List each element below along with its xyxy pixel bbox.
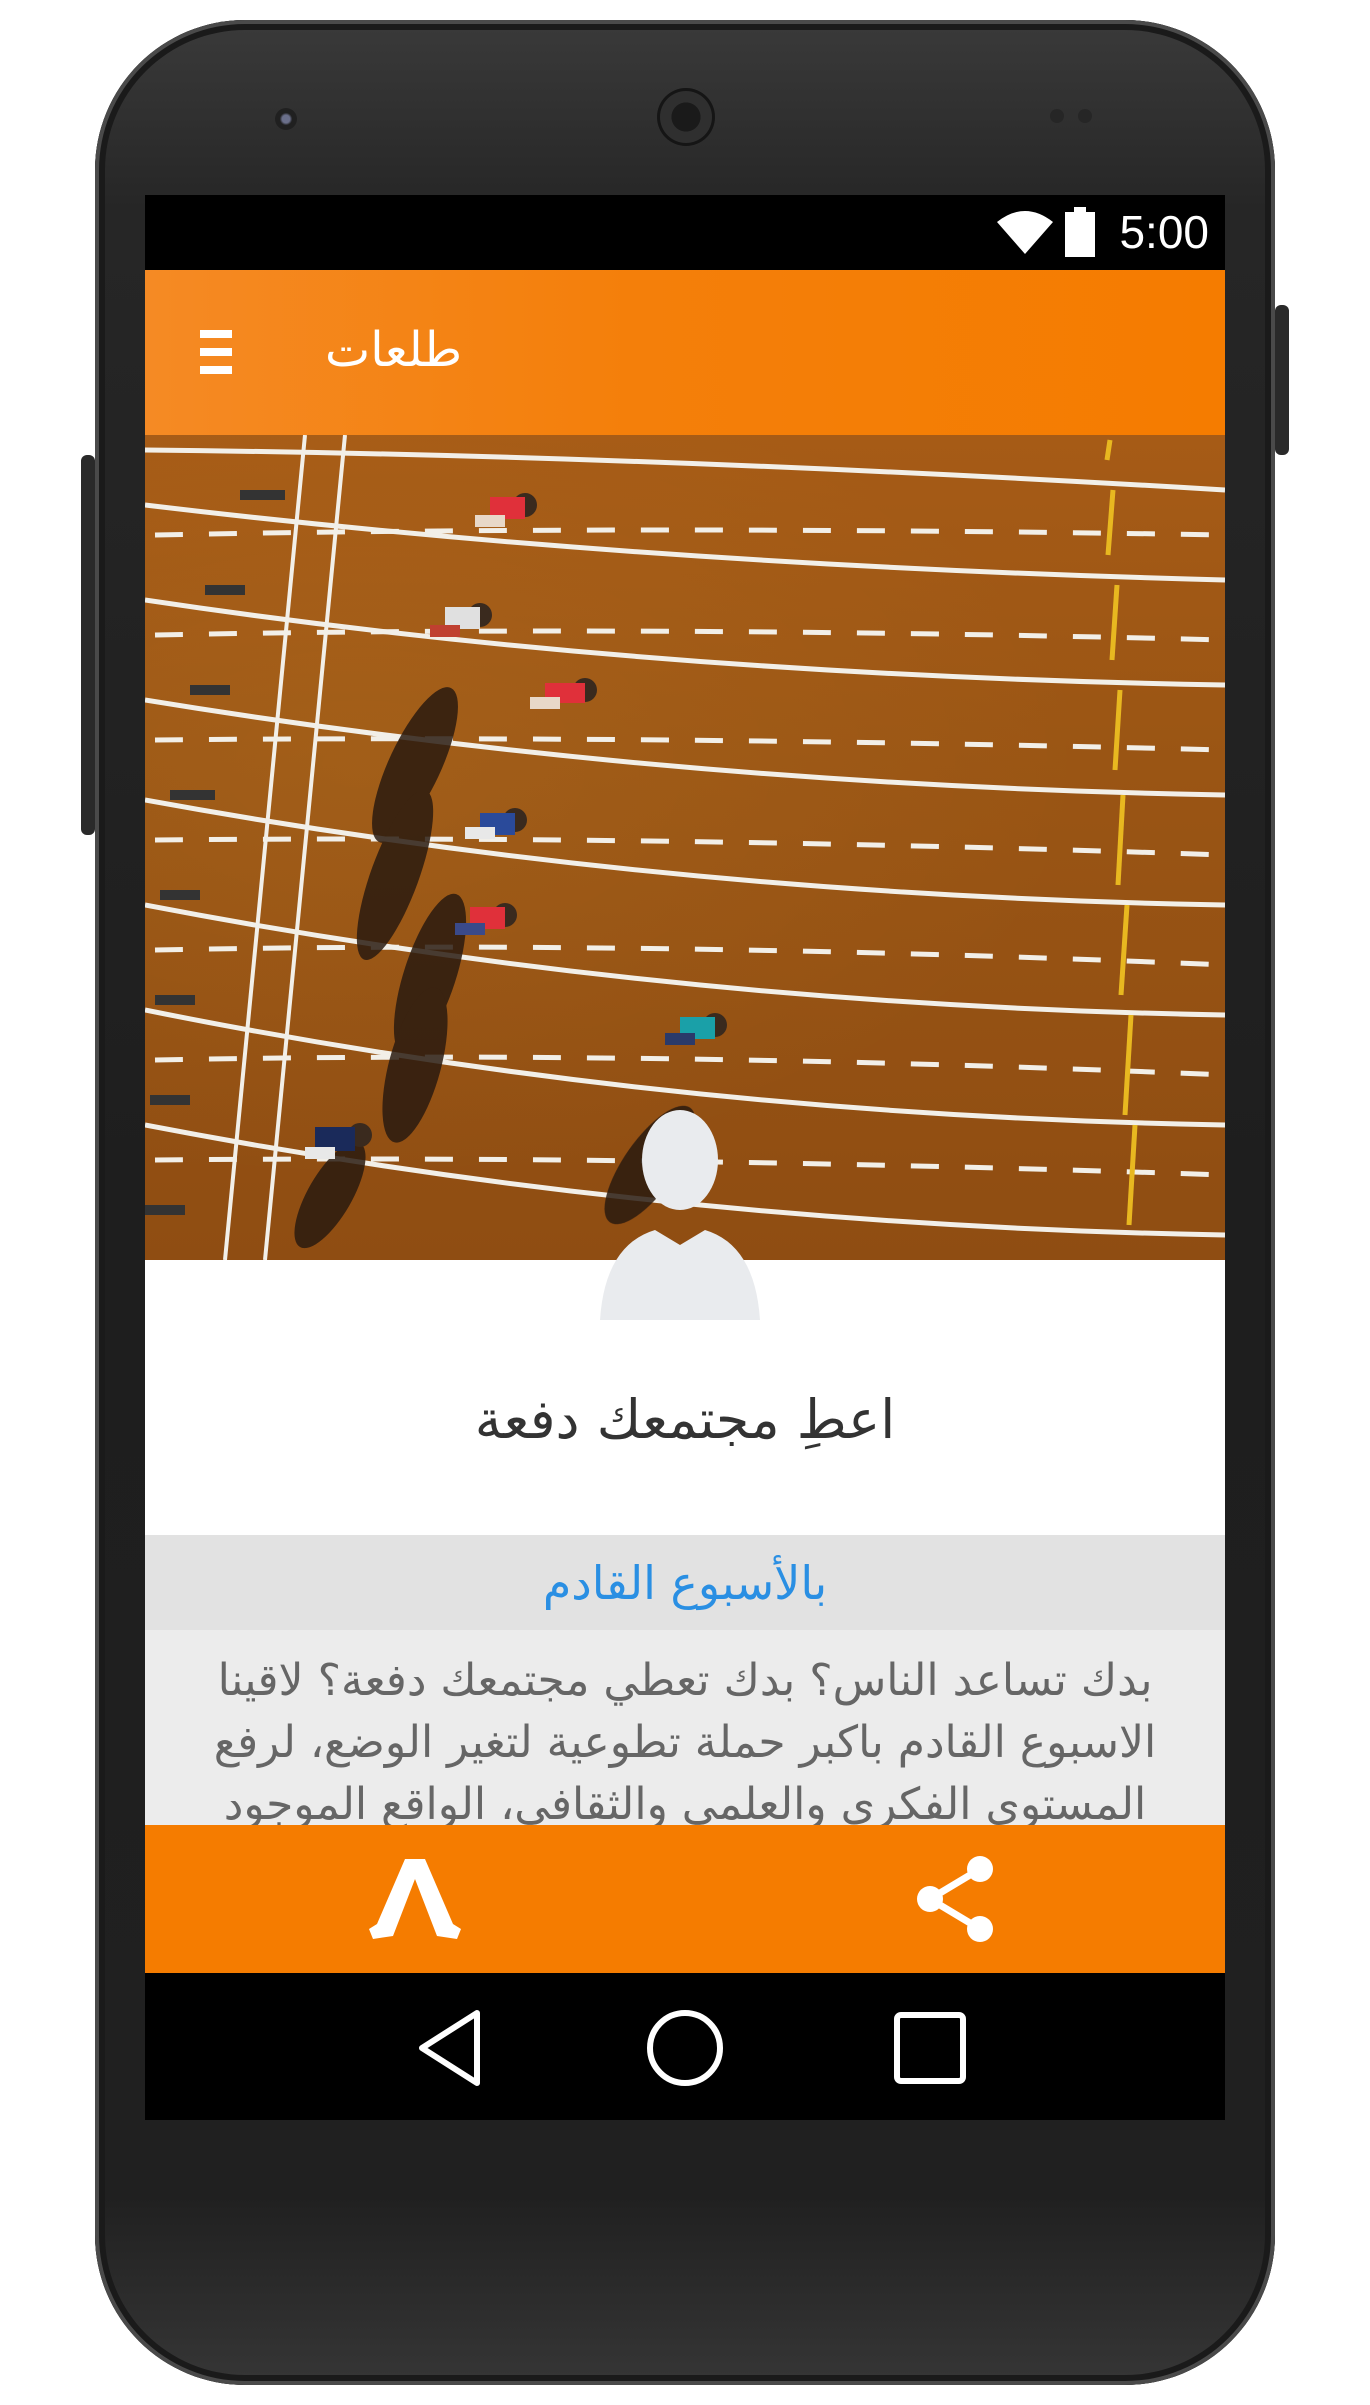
navigation-bar <box>145 1973 1225 2120</box>
app-bar: طلعات <box>145 270 1225 435</box>
home-button[interactable] <box>640 2003 730 2093</box>
description-text: بدك تساعد الناس؟ بدك تعطي مجتمعك دفعة؟ ل… <box>213 1655 1157 1830</box>
home-icon <box>647 2010 723 2086</box>
front-camera <box>275 108 297 130</box>
description-panel: بدك تساعد الناس؟ بدك تعطي مجتمعك دفعة؟ ل… <box>145 1630 1225 1830</box>
volume-rocker <box>81 455 95 835</box>
app-title: طلعات <box>325 322 463 378</box>
recents-button[interactable] <box>885 2003 975 2093</box>
subtitle-link[interactable]: بالأسبوع القادم <box>145 1543 1225 1623</box>
menu-icon[interactable] <box>200 330 232 374</box>
back-icon <box>419 2010 480 2086</box>
back-button[interactable] <box>407 2003 497 2093</box>
share-icon <box>917 1856 993 1942</box>
share-button[interactable] <box>685 1825 1225 1973</box>
wifi-icon <box>997 211 1053 254</box>
bottom-action-bar <box>145 1825 1225 1973</box>
battery-icon <box>1065 207 1095 257</box>
recents-icon <box>894 2012 966 2084</box>
status-time: 5:00 <box>1119 206 1209 258</box>
power-button <box>1275 305 1289 455</box>
user-silhouette-icon <box>600 1110 760 1320</box>
walking-figure-icon <box>369 1859 461 1939</box>
status-bar: 5:00 <box>145 195 1225 270</box>
proximity-sensors <box>1050 108 1120 128</box>
earpiece-speaker <box>657 88 715 146</box>
subtitle-band: بالأسبوع القادم <box>145 1535 1225 1630</box>
join-button[interactable] <box>145 1825 685 1973</box>
screen: 5:00 طلعات اعطِ مجتمعك دفعة بالأسبوع الق… <box>145 195 1225 2120</box>
headline: اعطِ مجتمعك دفعة <box>474 1388 896 1451</box>
